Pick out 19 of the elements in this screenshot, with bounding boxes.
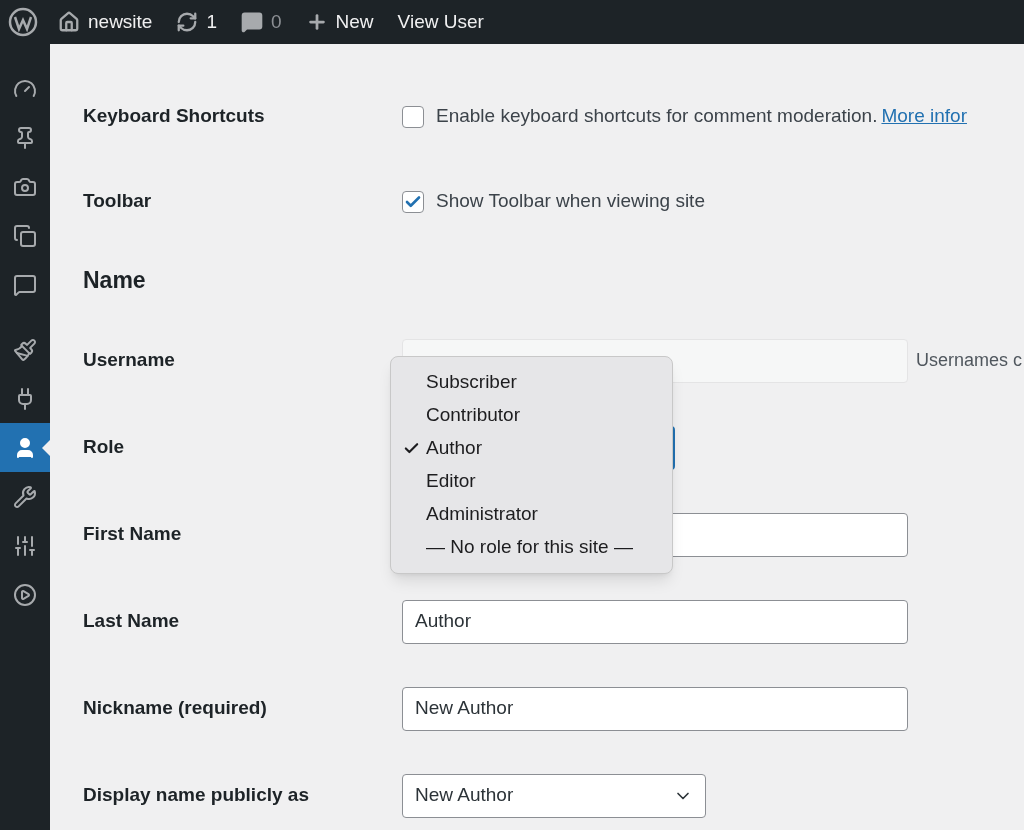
- field-value: Author: [415, 609, 471, 634]
- toolbar-label: New: [335, 9, 374, 34]
- field-description: Usernames c: [916, 349, 1023, 372]
- field-label: Toolbar: [83, 189, 153, 214]
- field-label: Role: [83, 435, 126, 460]
- section-heading: Name: [83, 266, 146, 296]
- field-label: First Name: [83, 522, 183, 547]
- field-label: Last Name: [83, 609, 181, 634]
- toolbar-label: newsite: [88, 9, 153, 34]
- field-label: Keyboard Shortcuts: [83, 104, 266, 129]
- field-label: Nickname (required): [83, 696, 268, 721]
- field-label: Username: [83, 348, 176, 373]
- checkbox-label: Enable keyboard shortcuts for comment moderation.: [436, 104, 878, 129]
- field-label: Display name publicly as: [83, 783, 310, 808]
- field-value: New Author: [415, 696, 514, 721]
- toolbar-label: 0: [271, 9, 282, 34]
- checkbox-label: Show Toolbar when viewing site: [436, 189, 705, 214]
- select-value: New Author: [415, 783, 514, 808]
- toolbar-label: 1: [206, 9, 217, 34]
